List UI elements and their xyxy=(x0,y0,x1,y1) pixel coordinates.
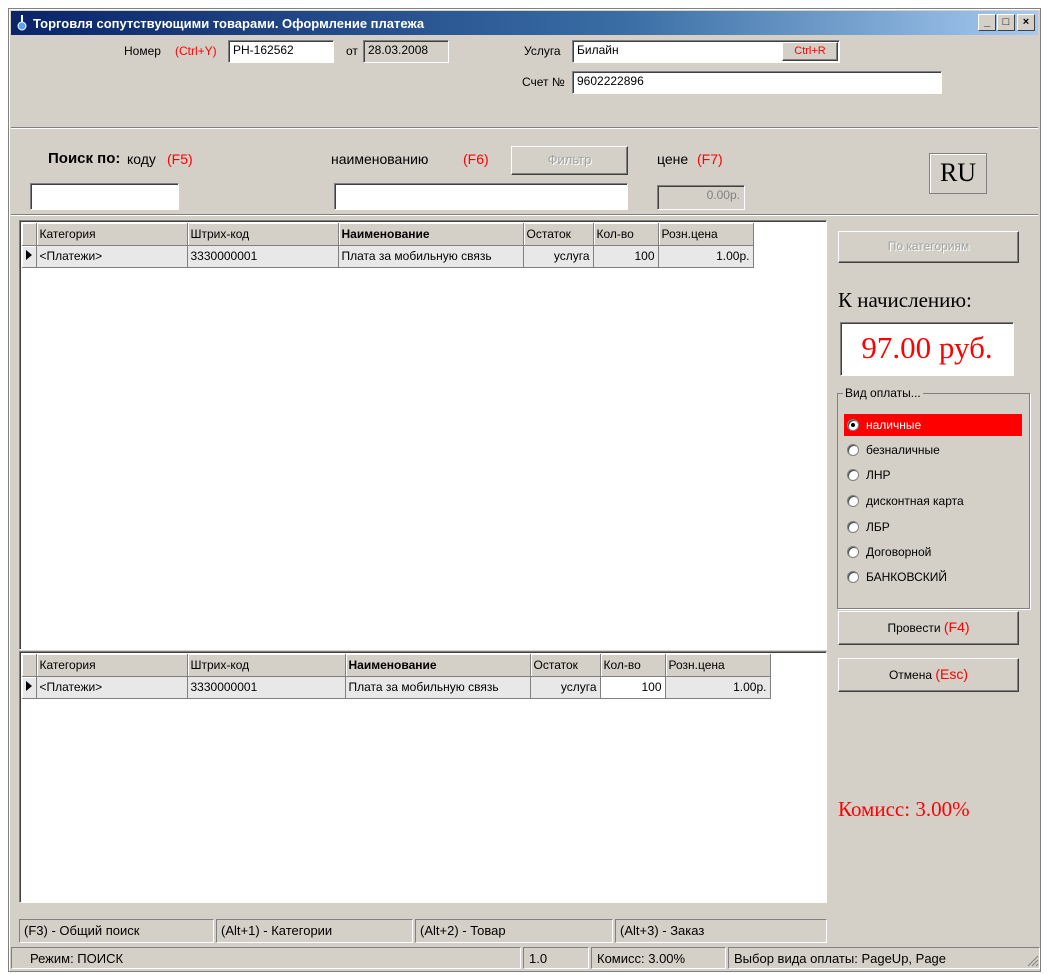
table-row[interactable]: <Платежи> 3330000001 Плата за мобильную … xyxy=(22,676,771,699)
order-grid[interactable]: Категория Штрих-код Наименование Остаток… xyxy=(19,651,827,903)
account-label: Счет № xyxy=(522,75,565,89)
date-field: 28.03.2008 xyxy=(363,40,449,63)
account-input[interactable]: 9602222896 xyxy=(572,71,942,94)
search-by-name-label: наименованию xyxy=(331,151,429,167)
products-grid[interactable]: Категория Штрих-код Наименование Остаток… xyxy=(19,220,827,650)
search-by-code-label: коду xyxy=(127,151,156,167)
table-row[interactable]: <Платежи> 3330000001 Плата за мобильную … xyxy=(22,245,754,268)
column-header-stock[interactable]: Остаток xyxy=(523,223,594,246)
column-header-name[interactable]: Наименование xyxy=(345,654,531,677)
radio-icon xyxy=(847,546,859,558)
products-table: Категория Штрих-код Наименование Остаток… xyxy=(22,223,754,268)
title-bar[interactable]: Торговля сопутствующими товарами. Оформл… xyxy=(11,11,1038,35)
cell-barcode[interactable]: 3330000001 xyxy=(187,245,339,268)
indicator-header xyxy=(22,654,37,677)
status-hint: Выбор вида оплаты: PageUp, Page xyxy=(728,947,1040,969)
hint-categories: (Alt+1) - Категории xyxy=(216,919,413,943)
radio-selected-icon xyxy=(847,419,859,431)
search-by-price-key: (F7) xyxy=(697,151,723,167)
main-window: Торговля сопутствующими товарами. Оформл… xyxy=(8,8,1041,972)
current-row-arrow-icon xyxy=(22,676,37,699)
cell-name[interactable]: Плата за мобильную связь xyxy=(345,676,531,699)
service-select-button[interactable]: Ctrl+R xyxy=(782,42,838,61)
column-header-name[interactable]: Наименование xyxy=(338,223,524,246)
radio-icon xyxy=(847,571,859,583)
app-icon xyxy=(17,15,27,31)
radio-icon xyxy=(847,495,859,507)
by-category-button[interactable]: По категориям xyxy=(838,231,1019,263)
column-header-qty[interactable]: Кол-во xyxy=(593,223,659,246)
column-header-qty[interactable]: Кол-во xyxy=(600,654,666,677)
payment-option-lbr[interactable]: ЛБР xyxy=(844,516,1022,538)
hint-product: (Alt+2) - Товар xyxy=(415,919,613,943)
search-by-name-key: (F6) xyxy=(463,151,489,167)
header-separator xyxy=(11,127,1038,129)
status-commission: Комисс: 3.00% xyxy=(591,947,726,969)
payment-type-legend: Вид оплаты... xyxy=(843,386,923,400)
window-title: Торговля сопутствующими товарами. Оформл… xyxy=(33,16,425,31)
service-label: Услуга xyxy=(524,44,561,58)
cell-price[interactable]: 1.00р. xyxy=(658,245,754,268)
column-header-barcode[interactable]: Штрих-код xyxy=(187,223,339,246)
column-header-category[interactable]: Категория xyxy=(36,654,188,677)
search-title: Поиск по: xyxy=(48,150,121,167)
radio-icon xyxy=(847,469,859,481)
cell-stock[interactable]: услуга xyxy=(530,676,601,699)
cell-category[interactable]: <Платежи> xyxy=(36,676,188,699)
payment-option-contract[interactable]: Договорной xyxy=(844,541,1022,563)
cancel-button[interactable]: Отмена (Esc) xyxy=(838,658,1019,692)
language-indicator: RU xyxy=(929,153,987,194)
cell-name[interactable]: Плата за мобильную связь xyxy=(338,245,524,268)
payment-type-group: Вид оплаты... наличные безналичные ЛНР д… xyxy=(837,386,1030,609)
search-price-input[interactable]: 0.00р. xyxy=(657,185,745,210)
search-by-code-key: (F5) xyxy=(167,151,193,167)
current-row-arrow-icon xyxy=(22,245,37,268)
cell-category[interactable]: <Платежи> xyxy=(36,245,188,268)
column-header-barcode[interactable]: Штрих-код xyxy=(187,654,346,677)
column-header-price[interactable]: Розн.цена xyxy=(658,223,754,246)
resize-grip-icon[interactable] xyxy=(1027,955,1039,967)
payment-option-discount-card[interactable]: дисконтная карта xyxy=(844,490,1022,512)
post-button[interactable]: Провести (F4) xyxy=(838,611,1019,645)
search-code-input[interactable] xyxy=(30,183,179,210)
hint-order: (Alt+3) - Заказ xyxy=(615,919,827,943)
payment-option-lnr[interactable]: ЛНР xyxy=(844,464,1022,486)
search-name-input[interactable] xyxy=(334,183,628,210)
status-version: 1.0 xyxy=(523,947,589,969)
cell-qty[interactable]: 100 xyxy=(600,676,666,699)
minimize-button[interactable]: _ xyxy=(978,14,996,31)
number-label: Номер xyxy=(124,44,161,58)
accrual-label: К начислению: xyxy=(838,288,972,312)
cell-barcode[interactable]: 3330000001 xyxy=(187,676,346,699)
payment-option-cashless[interactable]: безналичные xyxy=(844,439,1022,461)
column-header-stock[interactable]: Остаток xyxy=(530,654,601,677)
search-separator xyxy=(11,214,1038,216)
radio-icon xyxy=(847,444,859,456)
hint-general-search: (F3) - Общий поиск xyxy=(19,919,214,943)
column-header-price[interactable]: Розн.цена xyxy=(665,654,771,677)
date-label: от xyxy=(346,44,358,58)
maximize-button[interactable]: □ xyxy=(997,14,1015,31)
cell-qty[interactable]: 100 xyxy=(593,245,659,268)
radio-icon xyxy=(847,521,859,533)
number-input[interactable]: РН-162562 xyxy=(228,40,334,63)
search-by-price-label: цене xyxy=(657,151,689,167)
number-hotkey: (Ctrl+Y) xyxy=(175,44,217,58)
indicator-header xyxy=(22,223,37,246)
cell-stock[interactable]: услуга xyxy=(523,245,594,268)
commission-label: Комисс: 3.00% xyxy=(838,797,970,821)
payment-option-cash[interactable]: наличные xyxy=(844,414,1022,436)
cell-price[interactable]: 1.00р. xyxy=(665,676,771,699)
close-button[interactable]: × xyxy=(1017,14,1035,31)
payment-option-bank[interactable]: БАНКОВСКИЙ xyxy=(844,566,1022,588)
order-table: Категория Штрих-код Наименование Остаток… xyxy=(22,654,771,699)
status-mode: Режим: ПОИСК xyxy=(11,947,521,969)
filter-button[interactable]: Фильтр xyxy=(511,146,628,175)
accrual-amount: 97.00 руб. xyxy=(840,322,1014,376)
column-header-category[interactable]: Категория xyxy=(36,223,188,246)
